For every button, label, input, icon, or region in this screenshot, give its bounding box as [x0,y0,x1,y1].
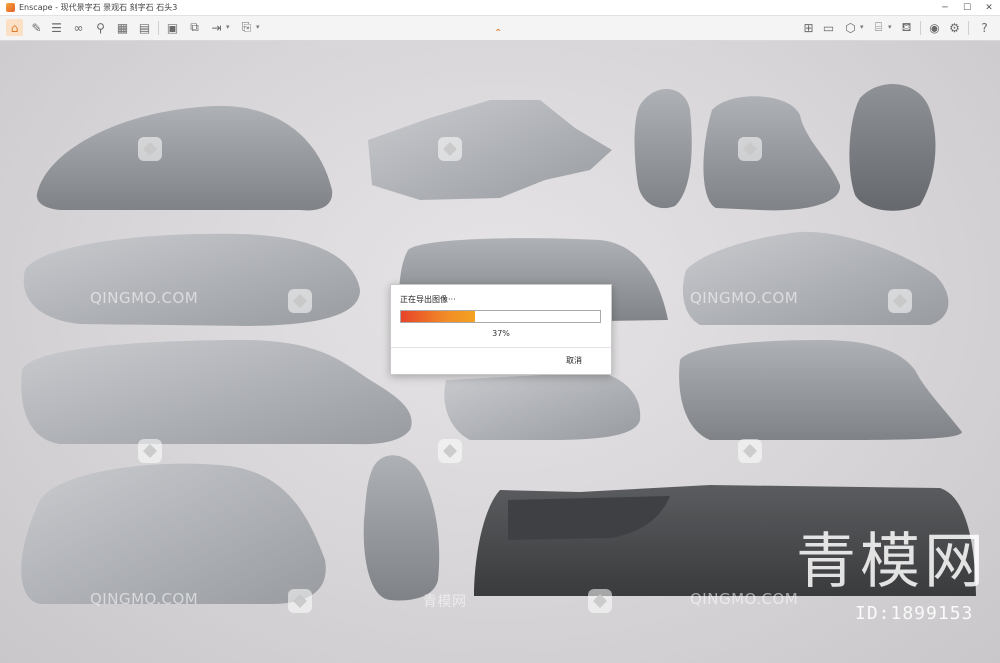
watermark-text: QINGMO.COM [690,590,799,608]
watermark-logo-icon [288,589,312,613]
stone-1 [36,105,333,211]
list-icon[interactable]: ☰ [48,19,65,36]
enscape-logo-icon [6,3,15,12]
export-batch-icon[interactable]: ⧉ [186,19,203,36]
brand-watermark: 青模网 [796,527,988,597]
watermark-logo-icon [438,439,462,463]
watermark-logo-icon [738,439,762,463]
help-icon[interactable]: ? [976,19,993,36]
maximize-icon[interactable]: ☐ [956,0,978,15]
watermark-logo-icon [138,137,162,161]
stone-4 [703,96,841,211]
watermark-logo-icon [138,439,162,463]
watermark-text: QINGMO.COM [90,289,199,307]
chevron-down-icon[interactable]: ▾ [226,23,230,31]
stone-5 [849,84,936,211]
clapper-icon[interactable]: ▤ [136,19,153,36]
stone-9 [21,340,412,445]
watermark-logo-icon [738,137,762,161]
export-panorama-icon[interactable]: ⇥ [208,19,225,36]
tag-icon[interactable]: ✎ [28,19,45,36]
window-titlebar: Enscape - 现代景字石 景观石 刻字石 石头3 ─ ☐ ✕ [0,0,1000,16]
watermark-logo-icon [888,289,912,313]
cup-icon[interactable]: ⛾ [898,19,915,36]
watermark-text: QINGMO.COM [690,289,799,307]
export-image-icon[interactable]: ▣ [164,19,181,36]
close-icon[interactable]: ✕ [978,0,1000,15]
stone-12 [21,463,326,604]
watermark-logo-icon [588,589,612,613]
chevron-down-icon[interactable]: ▾ [888,23,892,31]
progress-bar-fill [401,311,475,322]
stone-11 [679,340,962,440]
settings-icon[interactable]: ⚙ [946,19,963,36]
export-progress-dialog: 正在导出图像··· 37% 取消 [390,284,612,375]
stone-13 [363,455,440,601]
dialog-title: 正在导出图像··· [400,295,456,304]
window-title: Enscape - 现代景字石 景观石 刻字石 石头3 [19,3,178,12]
watermark-logo-icon [438,137,462,161]
cube-icon[interactable]: ⬡ [842,19,859,36]
export-file-icon[interactable]: ⎘ [238,19,255,36]
watermark-logo-icon [288,289,312,313]
stone-2 [368,100,612,200]
model-id-label: ID:1899153 [855,603,974,624]
cancel-button[interactable]: 取消 [566,355,582,366]
layout-icon[interactable]: ▭ [820,19,837,36]
minimize-icon[interactable]: ─ [934,0,956,15]
progress-percent-label: 37% [492,329,510,338]
dialog-divider [391,347,611,348]
chevron-up-icon[interactable]: ⌃ [494,28,502,39]
progress-bar [400,310,601,323]
stone-10 [444,372,641,440]
home-icon[interactable]: ⌂ [6,19,23,36]
chevron-down-icon[interactable]: ▾ [860,23,864,31]
assets-icon[interactable]: ⌸ [870,19,887,36]
chevron-down-icon[interactable]: ▾ [256,23,260,31]
eye-icon[interactable]: ◉ [926,19,943,36]
pin-icon[interactable]: ⚲ [92,19,109,36]
map-icon[interactable]: ⊞ [800,19,817,36]
stone-3 [634,89,692,209]
box-icon[interactable]: ▦ [114,19,131,36]
watermark-text: QINGMO.COM [90,590,199,608]
binoculars-icon[interactable]: ∞ [70,19,87,36]
watermark-cn-text: 青模网 [423,594,467,610]
